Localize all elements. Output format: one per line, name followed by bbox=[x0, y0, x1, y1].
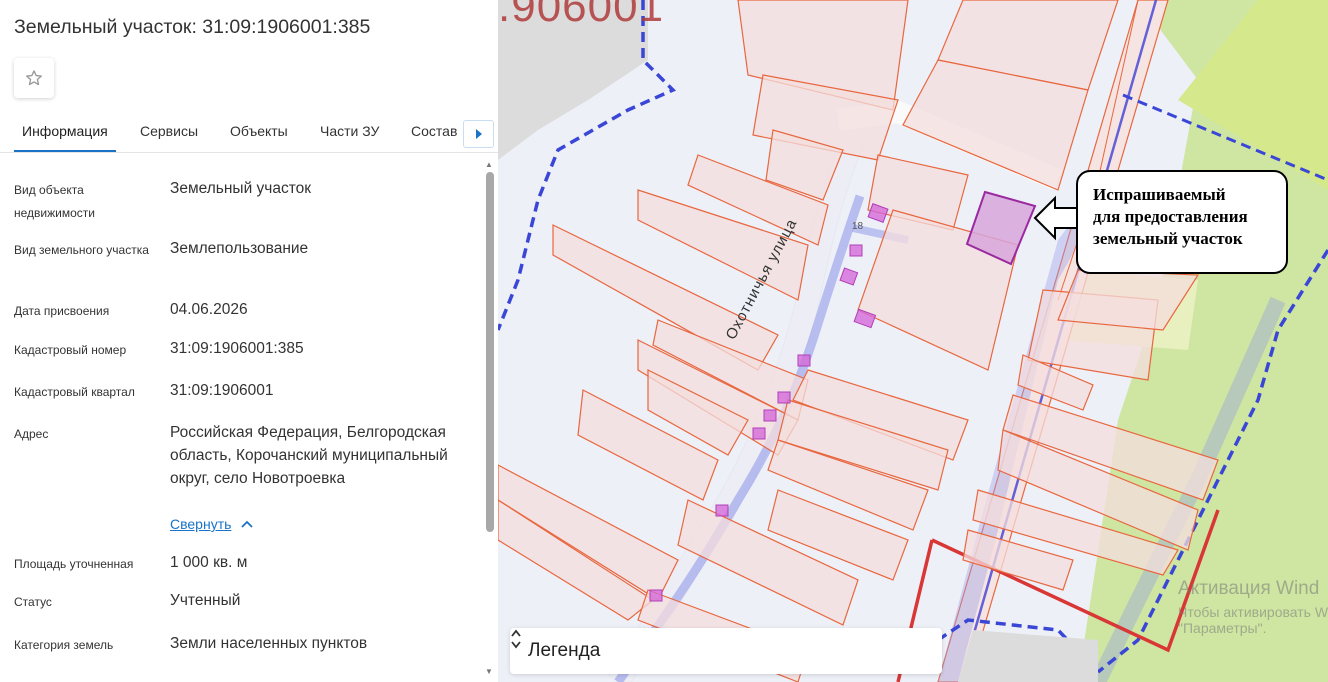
info-panel: Земельный участок: 31:09:1906001:385 Инф… bbox=[0, 0, 498, 682]
collapse-link[interactable]: Свернуть bbox=[170, 516, 254, 532]
scrollbar-thumb[interactable] bbox=[486, 172, 494, 532]
collapse-label: Свернуть bbox=[170, 516, 232, 532]
label-status: Статус bbox=[14, 595, 52, 609]
watermark-line-2: Чтобы активировать W bbox=[1178, 604, 1328, 620]
label-address: Адрес bbox=[14, 427, 49, 441]
watermark-line-1: Активация Wind bbox=[1178, 578, 1320, 599]
label-cadastral-quarter: Кадастровый квартал bbox=[14, 385, 135, 399]
label-object-type: Вид объекта недвижимости bbox=[14, 183, 95, 220]
callout-line-1: Испрашиваемый bbox=[1093, 185, 1226, 204]
grey-area-bottom bbox=[958, 630, 1098, 682]
callout-line-2: для предоставления bbox=[1093, 207, 1248, 226]
label-area: Площадь уточненная bbox=[14, 557, 134, 571]
tab-bar: Информация Сервисы Объекты Части ЗУ Сост… bbox=[0, 112, 498, 153]
cadastral-quarter-label: .906001 bbox=[498, 0, 665, 31]
favorite-button[interactable] bbox=[14, 58, 54, 98]
value-object-type: Земельный участок bbox=[170, 180, 312, 197]
scroll-down-arrow-icon[interactable]: ▼ bbox=[485, 667, 493, 676]
label-land-category: Категория земель bbox=[14, 638, 114, 652]
value-area: 1 000 кв. м bbox=[170, 554, 248, 571]
tab-composition[interactable]: Состав bbox=[411, 123, 457, 139]
value-cadastral-quarter: 31:09:1906001 bbox=[170, 382, 274, 399]
page-title: Земельный участок: 31:09:1906001:385 bbox=[14, 16, 371, 38]
expand-collapse-icon bbox=[511, 629, 521, 649]
caret-right-icon bbox=[475, 129, 482, 139]
value-cadastral-number: 31:09:1906001:385 bbox=[170, 340, 304, 357]
tab-parcel-parts[interactable]: Части ЗУ bbox=[320, 123, 379, 139]
star-icon bbox=[26, 70, 42, 86]
value-assignment-date: 04.06.2026 bbox=[170, 301, 248, 318]
windows-activation-watermark: Активация Wind Чтобы активировать W "Пар… bbox=[1178, 578, 1328, 636]
chevron-up-icon bbox=[241, 520, 254, 528]
cadastral-map[interactable]: .906001 Охотничья улица 18 Испрашиваемый… bbox=[498, 0, 1328, 682]
label-parcel-type: Вид земельного участка bbox=[14, 243, 149, 257]
tab-objects[interactable]: Объекты bbox=[230, 123, 288, 139]
label-assignment-date: Дата присвоения bbox=[14, 304, 110, 318]
value-address: Российская Федерация, Белгородская облас… bbox=[170, 424, 448, 487]
callout-box: Испрашиваемый для предоставления земельн… bbox=[1076, 170, 1288, 274]
tab-services[interactable]: Сервисы bbox=[140, 123, 198, 139]
house-number-label: 18 bbox=[852, 221, 864, 232]
legend-dropdown[interactable]: Легенда bbox=[510, 628, 942, 674]
active-tab-indicator bbox=[14, 150, 116, 152]
label-cadastral-number: Кадастровый номер bbox=[14, 343, 127, 357]
value-land-category: Земли населенных пунктов bbox=[170, 635, 368, 652]
watermark-line-3: "Параметры". bbox=[1178, 620, 1267, 636]
value-status: Учтенный bbox=[170, 592, 241, 609]
callout-line-3: земельный участок bbox=[1093, 229, 1243, 248]
scroll-up-arrow-icon[interactable]: ▲ bbox=[485, 160, 493, 169]
value-parcel-type: Землепользование bbox=[170, 240, 309, 257]
legend-label: Легенда bbox=[528, 640, 601, 661]
tab-information[interactable]: Информация bbox=[22, 123, 108, 139]
tabs-scroll-right-button[interactable] bbox=[463, 120, 494, 148]
